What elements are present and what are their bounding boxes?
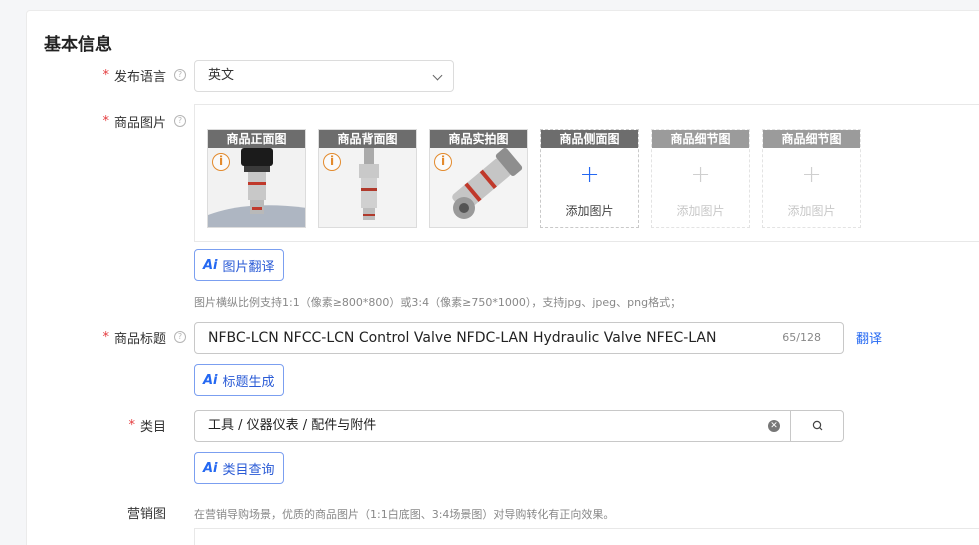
title-generate-button[interactable]: Ai 标题生成 [194, 364, 284, 396]
ai-icon: Ai [203, 372, 218, 388]
category-search-button[interactable] [790, 410, 844, 442]
required-mark: * [102, 114, 109, 129]
image-slot-side[interactable]: 商品侧面图 + 添加图片 [540, 129, 639, 228]
section-title: 基本信息 [44, 35, 112, 55]
add-image-label: 添加图片 [676, 204, 725, 218]
ai-icon: Ai [203, 460, 218, 476]
marketing-label: 营销图 [126, 507, 166, 522]
slot-caption: 商品侧面图 [541, 130, 638, 148]
add-image-label: 添加图片 [787, 204, 836, 218]
image-translate-button[interactable]: Ai 图片翻译 [194, 249, 284, 281]
plus-icon: + [690, 160, 711, 188]
image-slot-detail-1: 商品细节图 + 添加图片 [651, 129, 750, 228]
char-count: 65/128 [782, 331, 821, 344]
add-image-label: 添加图片 [565, 204, 614, 218]
slot-caption: 商品背面图 [319, 130, 416, 148]
ai-icon: Ai [203, 257, 218, 273]
images-label: * 商品图片 [102, 114, 166, 131]
plus-icon: + [801, 160, 822, 188]
marketing-upload-panel[interactable] [194, 528, 979, 545]
category-input[interactable]: 工具 / 仪器仪表 / 配件与附件 ✕ [194, 410, 791, 442]
image-slot-front[interactable]: 商品正面图 i [207, 129, 306, 228]
language-label: * 发布语言 [102, 68, 166, 85]
help-icon[interactable]: ? [174, 115, 186, 127]
info-icon[interactable]: i [323, 153, 341, 171]
required-mark: * [102, 330, 109, 345]
clear-icon[interactable]: ✕ [768, 420, 780, 432]
language-select[interactable]: 英文 [194, 60, 454, 92]
translate-link[interactable]: 翻译 [856, 328, 882, 347]
info-icon[interactable]: i [212, 153, 230, 171]
required-mark: * [102, 68, 109, 83]
help-icon[interactable]: ? [174, 331, 186, 343]
image-slot-detail-2: 商品细节图 + 添加图片 [762, 129, 861, 228]
category-query-button[interactable]: Ai 类目查询 [194, 452, 284, 484]
required-mark: * [128, 418, 135, 433]
image-hint: 图片横纵比例支持1:1（像素≥800*800）或3:4（像素≥750*1000）… [194, 296, 682, 309]
slot-caption: 商品正面图 [208, 130, 305, 148]
title-input[interactable]: NFBC-LCN NFCC-LCN Control Valve NFDC-LAN… [194, 322, 844, 354]
info-icon[interactable]: i [434, 153, 452, 171]
image-slot-photo[interactable]: 商品实拍图 i [429, 129, 528, 228]
chevron-down-icon [432, 70, 443, 81]
title-label: * 商品标题 [102, 330, 166, 347]
marketing-hint: 在营销导购场景，优质的商品图片（1:1白底图、3:4场景图）对导购转化有正向效果… [194, 508, 615, 521]
category-label: * 类目 [128, 418, 166, 435]
image-slot-back[interactable]: 商品背面图 i [318, 129, 417, 228]
slot-caption: 商品细节图 [763, 130, 860, 148]
basic-info-card [26, 10, 979, 545]
slot-caption: 商品实拍图 [430, 130, 527, 148]
help-icon[interactable]: ? [174, 69, 186, 81]
plus-icon: + [579, 160, 600, 188]
slot-caption: 商品细节图 [652, 130, 749, 148]
search-icon [812, 420, 823, 431]
